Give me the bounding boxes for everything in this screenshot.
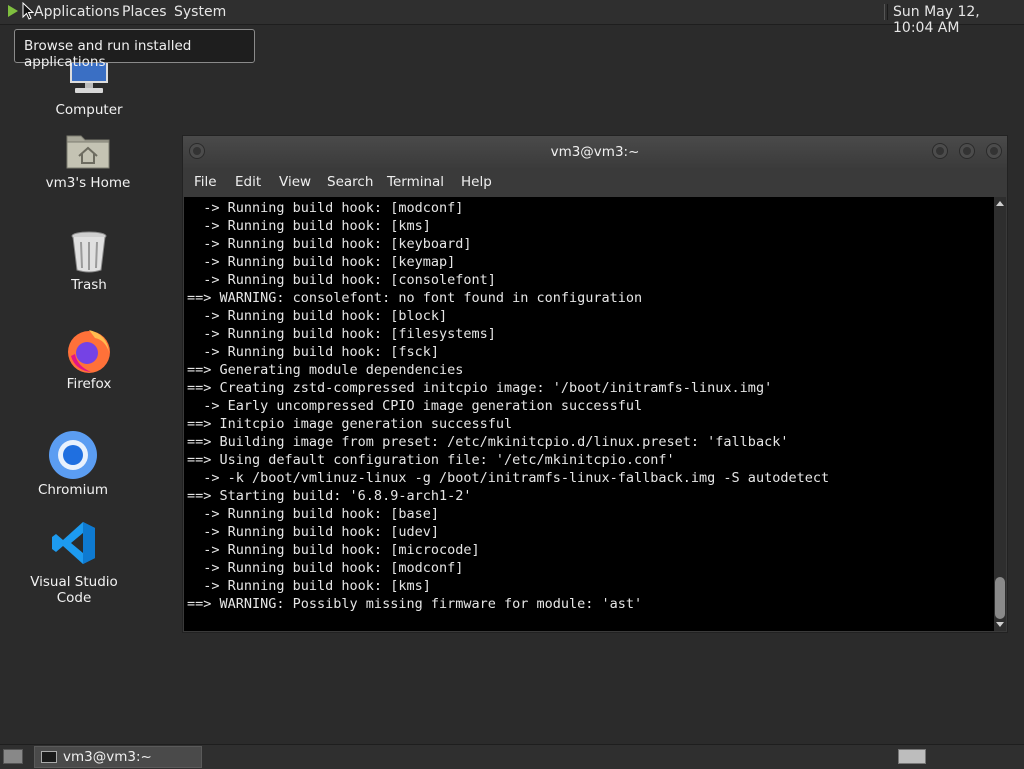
clock[interactable]: Sun May 12, 10:04 AM xyxy=(893,4,1024,36)
terminal-line: ==> Initcpio image generation successful xyxy=(187,416,513,432)
chromium-icon xyxy=(49,431,97,479)
firefox-icon xyxy=(68,330,110,373)
desktop-icon-trash[interactable]: Trash xyxy=(44,230,134,293)
menu-help[interactable]: Help xyxy=(461,174,492,190)
vscode-icon xyxy=(52,522,95,564)
applications-tooltip: Browse and run installed applications xyxy=(14,29,255,70)
scroll-up-arrow-icon[interactable] xyxy=(996,201,1004,206)
desktop-icon-label: Computer xyxy=(55,102,123,118)
panel-separator xyxy=(884,4,888,20)
terminal-line: -> Running build hook: [keyboard] xyxy=(187,236,472,252)
close-button[interactable] xyxy=(986,143,1002,159)
terminal-output[interactable]: -> Running build hook: [modconf] -> Runn… xyxy=(184,197,994,631)
trash-icon xyxy=(71,231,107,273)
desktop-icon-home[interactable]: vm3's Home xyxy=(38,130,138,191)
terminal-scrollbar[interactable] xyxy=(994,197,1006,631)
minimize-button[interactable] xyxy=(932,143,948,159)
system-menu[interactable]: System xyxy=(174,4,226,20)
terminal-line: -> Running build hook: [base] xyxy=(187,506,439,522)
terminal-line: -> Running build hook: [kms] xyxy=(187,218,431,234)
menu-edit[interactable]: Edit xyxy=(235,174,261,190)
terminal-line: -> Running build hook: [fsck] xyxy=(187,344,439,360)
top-panel: Applications Places System Sun May 12, 1… xyxy=(0,0,1024,36)
bottom-panel: vm3@vm3:~ xyxy=(0,744,1024,769)
terminal-line: ==> Starting build: '6.8.9-arch1-2' xyxy=(187,488,472,504)
mouse-pointer-icon xyxy=(22,2,34,20)
terminal-icon xyxy=(41,751,57,763)
terminal-line: -> Running build hook: [keymap] xyxy=(187,254,456,270)
show-desktop-icon[interactable] xyxy=(3,749,23,764)
terminal-line: -> Early uncompressed CPIO image generat… xyxy=(187,398,643,414)
desktop-icon-firefox[interactable]: Firefox xyxy=(44,326,134,392)
menu-file[interactable]: File xyxy=(194,174,217,190)
terminal-line: ==> WARNING: consolefont: no font found … xyxy=(187,290,643,306)
terminal-line: -> Running build hook: [modconf] xyxy=(187,200,464,216)
desktop-icon-label: Chromium xyxy=(37,482,109,498)
terminal-line: ==> Using default configuration file: '/… xyxy=(187,452,675,468)
taskbar-terminal-button[interactable]: vm3@vm3:~ xyxy=(34,746,202,768)
terminal-line: -> Running build hook: [filesystems] xyxy=(187,326,496,342)
terminal-line: -> Running build hook: [modconf] xyxy=(187,560,464,576)
menu-view[interactable]: View xyxy=(279,174,311,190)
terminal-line: -> Running build hook: [kms] xyxy=(187,578,431,594)
terminal-window[interactable]: vm3@vm3:~ File Edit View Search Terminal… xyxy=(182,135,1008,633)
window-titlebar[interactable]: vm3@vm3:~ xyxy=(183,136,1007,168)
desktop-icon-label: Trash xyxy=(71,277,107,293)
workspace-switcher[interactable] xyxy=(898,749,926,764)
menu-terminal[interactable]: Terminal xyxy=(387,174,444,190)
terminal-menubar: File Edit View Search Terminal Help xyxy=(183,168,1007,196)
terminal-line: ==> WARNING: Possibly missing firmware f… xyxy=(187,596,643,612)
scrollbar-thumb[interactable] xyxy=(995,577,1005,619)
taskbar-button-label: vm3@vm3:~ xyxy=(63,749,152,765)
places-menu[interactable]: Places xyxy=(122,4,167,20)
terminal-line: ==> Generating module dependencies xyxy=(187,362,464,378)
desktop-icon-label: Firefox xyxy=(66,376,112,392)
window-title: vm3@vm3:~ xyxy=(550,144,640,160)
menu-search[interactable]: Search xyxy=(327,174,373,190)
terminal-line: -> -k /boot/vmlinuz-linux -g /boot/initr… xyxy=(187,470,830,486)
desktop-icon-label: vm3's Home xyxy=(45,175,131,191)
terminal-line: -> Running build hook: [block] xyxy=(187,308,448,324)
desktop-icon-chromium[interactable]: Chromium xyxy=(28,430,118,498)
terminal-line: -> Running build hook: [microcode] xyxy=(187,542,480,558)
desktop-icon-computer[interactable]: Computer xyxy=(44,62,134,118)
terminal-line: ==> Building image from preset: /etc/mki… xyxy=(187,434,789,450)
scroll-down-arrow-icon[interactable] xyxy=(996,622,1004,627)
maximize-button[interactable] xyxy=(959,143,975,159)
desktop-icon-vscode[interactable]: Visual Studio Code xyxy=(14,520,134,606)
terminal-line: -> Running build hook: [consolefont] xyxy=(187,272,496,288)
terminal-line: -> Running build hook: [udev] xyxy=(187,524,439,540)
desktop-icon-label: Visual Studio Code xyxy=(30,574,118,606)
applications-menu-icon[interactable] xyxy=(8,5,18,17)
terminal-line: ==> Creating zstd-compressed initcpio im… xyxy=(187,380,773,396)
applications-menu[interactable]: Applications xyxy=(34,4,120,20)
home-folder-icon xyxy=(66,135,110,169)
